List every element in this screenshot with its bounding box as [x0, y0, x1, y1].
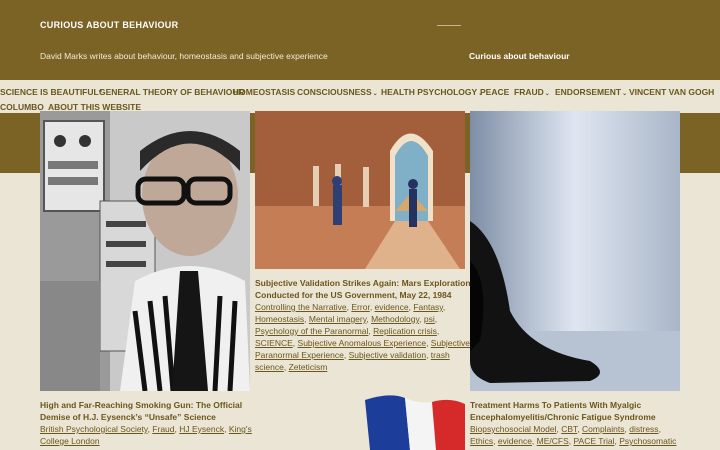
tag-link[interactable]: King's — [229, 424, 252, 434]
tag-link[interactable]: PACE Trial — [574, 436, 615, 446]
tag-link[interactable]: Psychology of the Paranormal — [255, 326, 368, 336]
post-title-me-cfs[interactable]: Treatment Harms To Patients With Myalgic… — [470, 399, 656, 423]
nav-label: HOMEOSTASIS — [233, 87, 296, 97]
post-title-line: High and Far-Reaching Smoking Gun: The O… — [40, 400, 243, 410]
tag-link[interactable]: CBT — [561, 424, 577, 434]
portrait-photo — [40, 111, 250, 391]
nav-label: CONSCIOUSNESS — [297, 87, 372, 97]
french-flag-image — [360, 392, 470, 450]
tag-link[interactable]: Subjective Anomalous Experience — [298, 338, 427, 348]
tag-link[interactable]: Paranormal Experience — [255, 350, 344, 360]
nav-label: GENERAL THEORY OF BEHAVIOUR — [99, 87, 245, 97]
chevron-down-icon: ⌄ — [544, 91, 550, 97]
nav-item-science-is-beautiful[interactable]: SCIENCE IS BEAUTIFUL* — [0, 87, 102, 97]
tag-link[interactable]: science — [255, 362, 284, 372]
tag-link[interactable]: Ethics — [470, 436, 493, 446]
tag-link[interactable]: British Psychological Society — [40, 424, 148, 434]
tag-link[interactable]: Complaints — [582, 424, 625, 434]
nav-label: SCIENCE IS BEAUTIFUL* — [0, 87, 103, 97]
post-tags-me-cfs: Biopsychosocial Model, CBT, Complaints, … — [470, 424, 677, 446]
nav-item-endorsement[interactable]: ENDORSEMENT⌄ — [555, 87, 627, 97]
tag-link[interactable]: Error — [351, 302, 369, 312]
tag-link[interactable]: Subjective validation — [349, 350, 427, 360]
flag-illustration — [365, 395, 465, 450]
nav-label: ENDORSEMENT — [555, 87, 622, 97]
nav-item-peace[interactable]: PEACE — [480, 87, 509, 97]
nav-label: PEACE — [480, 87, 510, 97]
tag-link[interactable]: Biopsychosocial Model — [470, 424, 556, 434]
site-header: CURIOUS ABOUT BEHAVIOUR David Marks writ… — [0, 0, 720, 80]
nav-item-columbo[interactable]: COLUMBO — [0, 102, 44, 112]
post-title-line: Subjective Validation Strikes Again: Mar… — [255, 278, 471, 288]
nav-label: FRAUD — [514, 87, 544, 97]
tag-link[interactable]: evidence — [375, 302, 409, 312]
tag-link[interactable]: College London — [40, 436, 100, 446]
nav-label: COLUMBO — [0, 102, 44, 112]
archway-illustration — [255, 111, 465, 269]
tag-link[interactable]: Fraud — [152, 424, 174, 434]
post-title-line: Demise of H.J. Eysenck’s “Unsafe” Scienc… — [40, 412, 216, 422]
tag-link[interactable]: Mental imagery — [309, 314, 366, 324]
post-tags-mars-exploration: Controlling the Narrative, Error, eviden… — [255, 302, 471, 372]
post-title-line: Encephalomyelitis/Chronic Fatigue Syndro… — [470, 412, 656, 422]
post-image-me-cfs[interactable] — [470, 111, 680, 391]
tag-link[interactable]: Fantasy — [413, 302, 443, 312]
post-title-mars-exploration[interactable]: Subjective Validation Strikes Again: Mar… — [255, 277, 471, 301]
post-image-mars-exploration[interactable] — [255, 111, 465, 269]
site-tagline: David Marks writes about behaviour, home… — [40, 51, 328, 61]
tag-link[interactable]: ME/CFS — [537, 436, 569, 446]
main-navigation: SCIENCE IS BEAUTIFUL* GENERAL THEORY OF … — [0, 80, 720, 113]
tag-link[interactable]: Methodology — [371, 314, 419, 324]
chevron-down-icon: ⌄ — [622, 91, 628, 97]
post-title-line: Treatment Harms To Patients With Myalgic — [470, 400, 642, 410]
nav-item-fraud[interactable]: FRAUD⌄ — [514, 87, 550, 97]
tag-link[interactable]: Homeostasis — [255, 314, 304, 324]
nav-item-vincent-van-gogh[interactable]: VINCENT VAN GOGH — [629, 87, 714, 97]
tag-link[interactable]: distress — [629, 424, 658, 434]
tag-link[interactable]: evidence — [498, 436, 532, 446]
tag-link[interactable]: Zeteticism — [289, 362, 328, 372]
feet-photo — [470, 111, 680, 391]
nav-item-consciousness[interactable]: CONSCIOUSNESS⌄ — [297, 87, 378, 97]
header-divider — [437, 25, 461, 26]
post-tags-eysenck: British Psychological Society, Fraud, HJ… — [40, 424, 252, 446]
tag-link[interactable]: HJ Eysenck — [179, 424, 224, 434]
site-title[interactable]: CURIOUS ABOUT BEHAVIOUR — [40, 20, 178, 30]
widget-title: Curious about behaviour — [469, 51, 570, 61]
post-title-eysenck[interactable]: High and Far-Reaching Smoking Gun: The O… — [40, 399, 242, 423]
tag-link[interactable]: Controlling the Narrative — [255, 302, 347, 312]
post-title-line: Conducted for the US Government, May 22,… — [255, 290, 452, 300]
tag-link[interactable]: SCIENCE — [255, 338, 293, 348]
nav-item-health-psychology[interactable]: HEALTH PSYCHOLOGY⌄ — [381, 87, 483, 97]
tag-link[interactable]: trash — [431, 350, 450, 360]
tag-link[interactable]: Psychosomatic — [619, 436, 676, 446]
tag-link[interactable]: Subjective — [431, 338, 470, 348]
post-image-eysenck[interactable] — [40, 111, 250, 391]
nav-item-homeostasis[interactable]: HOMEOSTASIS — [233, 87, 295, 97]
nav-label: VINCENT VAN GOGH — [629, 87, 715, 97]
nav-label: HEALTH PSYCHOLOGY — [381, 87, 478, 97]
tag-link[interactable]: psi — [424, 314, 435, 324]
nav-item-general-theory[interactable]: GENERAL THEORY OF BEHAVIOUR — [99, 87, 245, 97]
tag-link[interactable]: Replication crisis — [373, 326, 437, 336]
chevron-down-icon: ⌄ — [372, 91, 378, 97]
